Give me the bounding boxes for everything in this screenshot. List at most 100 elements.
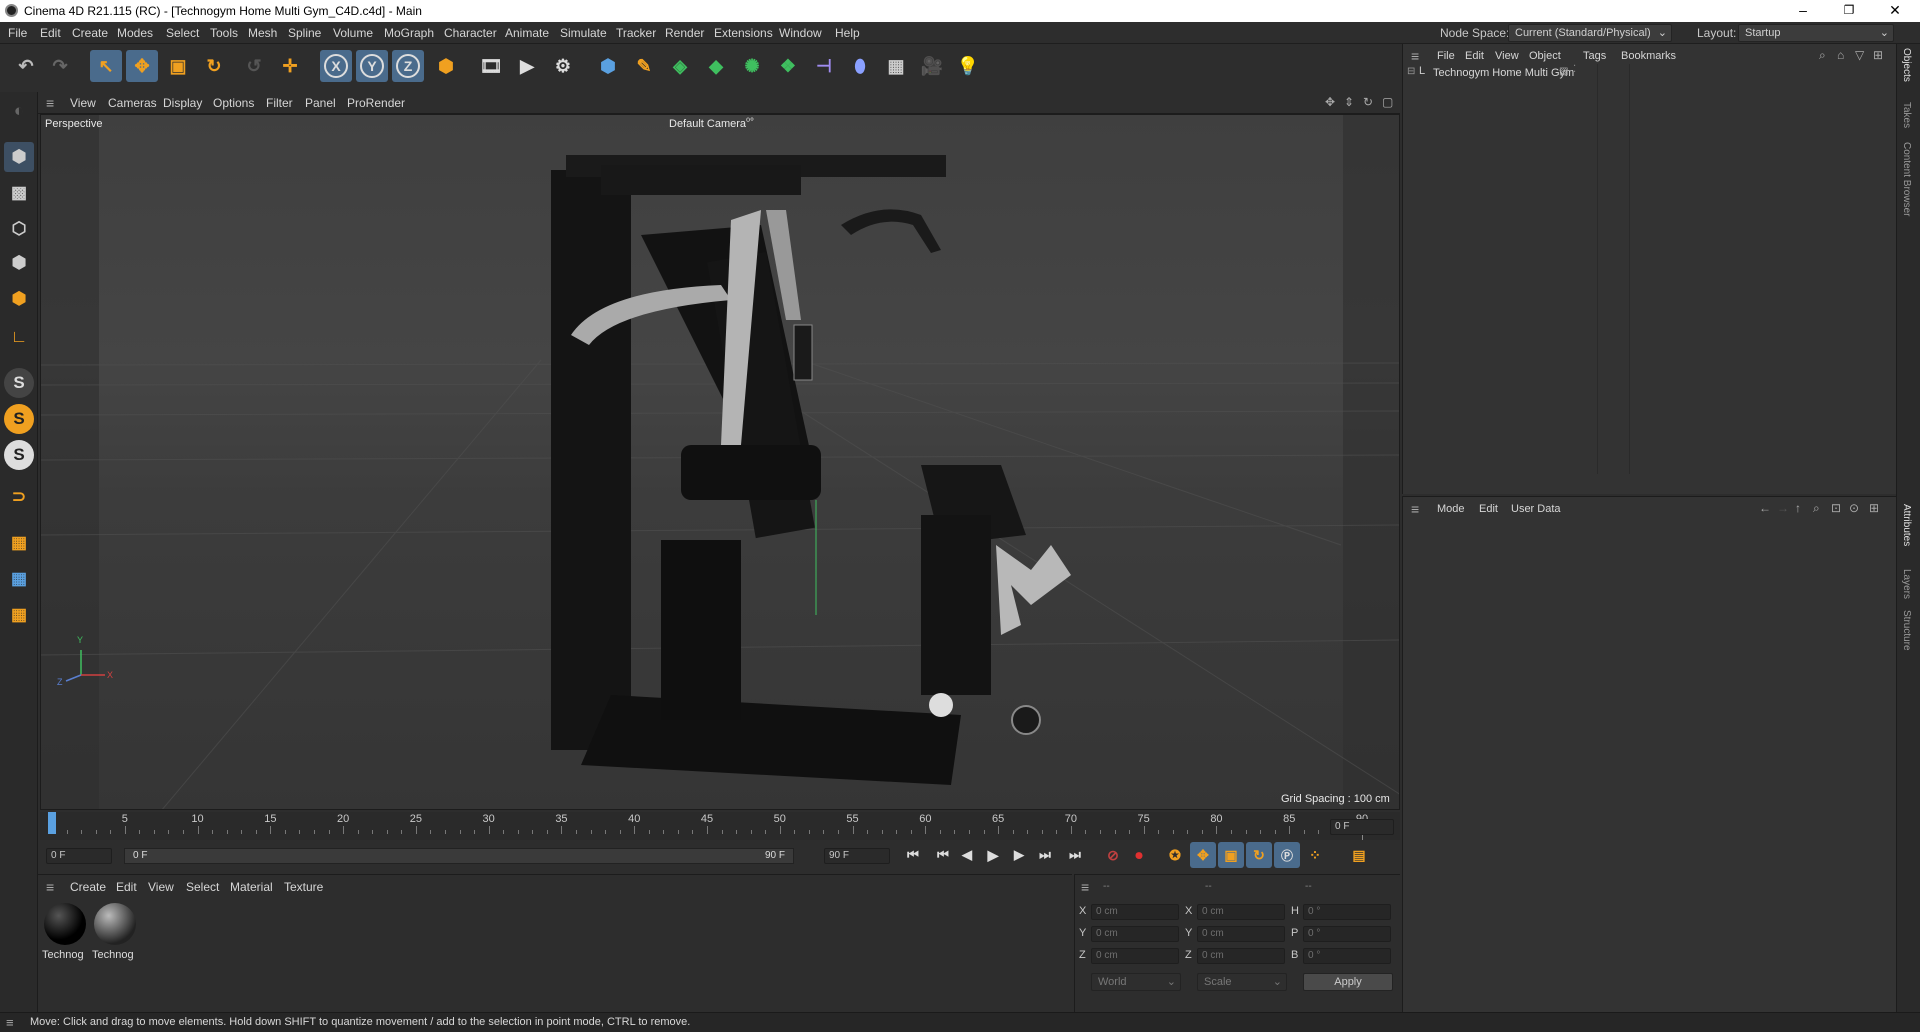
tab-takes[interactable]: Takes bbox=[1901, 102, 1912, 128]
size-z-field[interactable]: 0 cm bbox=[1197, 948, 1285, 964]
viewport-menu-panel[interactable]: Panel bbox=[305, 96, 336, 110]
size-y-field[interactable]: 0 cm bbox=[1197, 926, 1285, 942]
menu-volume[interactable]: Volume bbox=[333, 26, 373, 40]
hamburger-menu-icon[interactable]: ≡ bbox=[1411, 501, 1419, 517]
start-frame-field[interactable]: 0 F bbox=[46, 848, 112, 864]
rotate-tool-icon[interactable]: ↻ bbox=[198, 50, 230, 82]
object-menu-edit[interactable]: Edit bbox=[1465, 50, 1484, 62]
search-icon[interactable]: ⌕ bbox=[1813, 501, 1820, 516]
polygons-mode-icon[interactable]: ⬢ bbox=[4, 284, 34, 314]
position-x-field[interactable]: 0 cm bbox=[1091, 904, 1179, 920]
maximize-button[interactable]: ❐ bbox=[1826, 0, 1872, 22]
menu-render[interactable]: Render bbox=[665, 26, 704, 40]
rotation-h-field[interactable]: 0 ° bbox=[1303, 904, 1391, 920]
object-row[interactable]: ⊟ L Technogym Home Multi Gym ▨ ⁚ bbox=[1403, 64, 1897, 82]
rotation-p-field[interactable]: 0 ° bbox=[1303, 926, 1391, 942]
viewport-menu-cameras[interactable]: Cameras bbox=[108, 96, 157, 110]
coordinate-system-icon[interactable]: ⬢ bbox=[430, 50, 462, 82]
hamburger-menu-icon[interactable]: ≡ bbox=[6, 1015, 14, 1030]
attribute-menu-mode[interactable]: Mode bbox=[1437, 503, 1465, 515]
forward-arrow-icon[interactable]: → bbox=[1777, 501, 1789, 515]
y-axis-toggle[interactable]: Y bbox=[356, 50, 388, 82]
grid-icon[interactable]: ▦ bbox=[4, 564, 34, 594]
pan-view-icon[interactable]: ✥ bbox=[1325, 95, 1335, 109]
tab-layers[interactable]: Layers bbox=[1901, 569, 1912, 599]
timeline-window-icon[interactable]: ▤ bbox=[1346, 842, 1372, 868]
expand-icon[interactable]: ⊟ bbox=[1407, 66, 1415, 77]
menu-file[interactable]: File bbox=[8, 26, 27, 40]
subdivision-surface-icon[interactable]: ◈ bbox=[664, 50, 696, 82]
layout-dropdown[interactable]: Startup ⌄ bbox=[1738, 24, 1894, 42]
x-axis-toggle[interactable]: X bbox=[320, 50, 352, 82]
tab-attributes[interactable]: Attributes bbox=[1901, 504, 1912, 546]
z-axis-toggle[interactable]: Z bbox=[392, 50, 424, 82]
filter-icon[interactable]: ▽ bbox=[1855, 48, 1864, 62]
menu-animate[interactable]: Animate bbox=[505, 26, 549, 40]
quantize-icon[interactable]: S bbox=[4, 440, 34, 470]
cube-icon[interactable]: ⬢ bbox=[592, 50, 624, 82]
camera-link-icon[interactable]: ⁰° bbox=[746, 117, 754, 128]
menu-mesh[interactable]: Mesh bbox=[248, 26, 277, 40]
position-key-icon[interactable]: ✥ bbox=[1190, 842, 1216, 868]
menu-mograph[interactable]: MoGraph bbox=[384, 26, 434, 40]
back-arrow-icon[interactable]: ← bbox=[1759, 501, 1771, 515]
material-menu-create[interactable]: Create bbox=[70, 880, 106, 894]
go-to-end-icon[interactable]: ⏭ bbox=[1062, 842, 1088, 868]
texture-mode-icon[interactable]: ▩ bbox=[4, 178, 34, 208]
menu-spline[interactable]: Spline bbox=[288, 26, 321, 40]
3d-viewport[interactable]: Perspective Default Camera ⁰° Grid Spaci… bbox=[40, 114, 1400, 810]
lock-icon[interactable]: ⊡ bbox=[1831, 501, 1841, 515]
menu-character[interactable]: Character bbox=[444, 26, 497, 40]
tab-structure[interactable]: Structure bbox=[1901, 610, 1912, 651]
menu-modes[interactable]: Modes bbox=[117, 26, 153, 40]
recent-tool-icon[interactable]: ↺ bbox=[238, 50, 270, 82]
light-icon[interactable]: 💡 bbox=[952, 50, 984, 82]
axis-mode-icon[interactable]: ∟ bbox=[4, 322, 34, 352]
object-name[interactable]: Technogym Home Multi Gym bbox=[1433, 67, 1574, 79]
node-space-dropdown[interactable]: Current (Standard/Physical) ⌄ bbox=[1508, 24, 1672, 42]
snap-icon[interactable]: S bbox=[4, 368, 34, 398]
menu-select[interactable]: Select bbox=[166, 26, 199, 40]
redo-icon[interactable]: ↷ bbox=[44, 50, 76, 82]
object-menu-tags[interactable]: Tags bbox=[1583, 50, 1606, 62]
render-settings-icon[interactable]: ⚙ bbox=[547, 50, 579, 82]
home-icon[interactable]: ⌂ bbox=[1837, 48, 1844, 62]
points-mode-icon[interactable]: ⬡ bbox=[4, 214, 34, 244]
tab-objects[interactable]: Objects bbox=[1901, 48, 1912, 82]
make-editable-icon[interactable]: ◐ bbox=[4, 96, 34, 126]
render-visibility-dots[interactable]: ⁚ bbox=[1573, 64, 1576, 75]
new-panel-icon[interactable]: ⊞ bbox=[1869, 501, 1879, 515]
field-icon[interactable]: ⬮ bbox=[844, 50, 876, 82]
viewport-menu-view[interactable]: View bbox=[70, 96, 96, 110]
menu-tools[interactable]: Tools bbox=[210, 26, 238, 40]
menu-edit[interactable]: Edit bbox=[40, 26, 61, 40]
editor-visibility-icon[interactable]: ▨ bbox=[1559, 66, 1568, 77]
viewport-menu-filter[interactable]: Filter bbox=[266, 96, 293, 110]
hamburger-menu-icon[interactable]: ≡ bbox=[46, 879, 54, 895]
search-icon[interactable]: ⌕ bbox=[1819, 48, 1826, 63]
up-arrow-icon[interactable]: ↑ bbox=[1795, 501, 1801, 515]
point-level-animation-icon[interactable]: ⁘ bbox=[1302, 842, 1328, 868]
workplane-icon[interactable]: ▦ bbox=[4, 528, 34, 558]
tab-content-browser[interactable]: Content Browser bbox=[1901, 142, 1912, 216]
zoom-view-icon[interactable]: ⇕ bbox=[1344, 95, 1354, 109]
scale-key-icon[interactable]: ▣ bbox=[1218, 842, 1244, 868]
close-button[interactable]: ✕ bbox=[1872, 0, 1918, 22]
magnet-icon[interactable]: ⊃ bbox=[4, 482, 34, 512]
menu-simulate[interactable]: Simulate bbox=[560, 26, 607, 40]
position-z-field[interactable]: 0 cm bbox=[1091, 948, 1179, 964]
material-menu-texture[interactable]: Texture bbox=[284, 880, 323, 894]
end-frame-field[interactable]: 90 F bbox=[824, 848, 890, 864]
render-view-icon[interactable]: 🎞 bbox=[475, 50, 507, 82]
material-menu-view[interactable]: View bbox=[148, 880, 174, 894]
position-y-field[interactable]: 0 cm bbox=[1091, 926, 1179, 942]
render-to-picture-viewer-icon[interactable]: ▶ bbox=[511, 50, 543, 82]
mograph-icon[interactable]: ❖ bbox=[772, 50, 804, 82]
attribute-menu-user-data[interactable]: User Data bbox=[1511, 503, 1561, 515]
go-to-start-icon[interactable]: ⏮ bbox=[900, 842, 926, 868]
hamburger-menu-icon[interactable]: ≡ bbox=[1411, 48, 1419, 64]
floor-icon[interactable]: ▦ bbox=[880, 50, 912, 82]
locked-workplane-icon[interactable]: ▦ bbox=[4, 600, 34, 630]
material-slot[interactable]: Technog bbox=[92, 901, 138, 967]
current-frame-field[interactable]: 0 F bbox=[1330, 819, 1394, 835]
